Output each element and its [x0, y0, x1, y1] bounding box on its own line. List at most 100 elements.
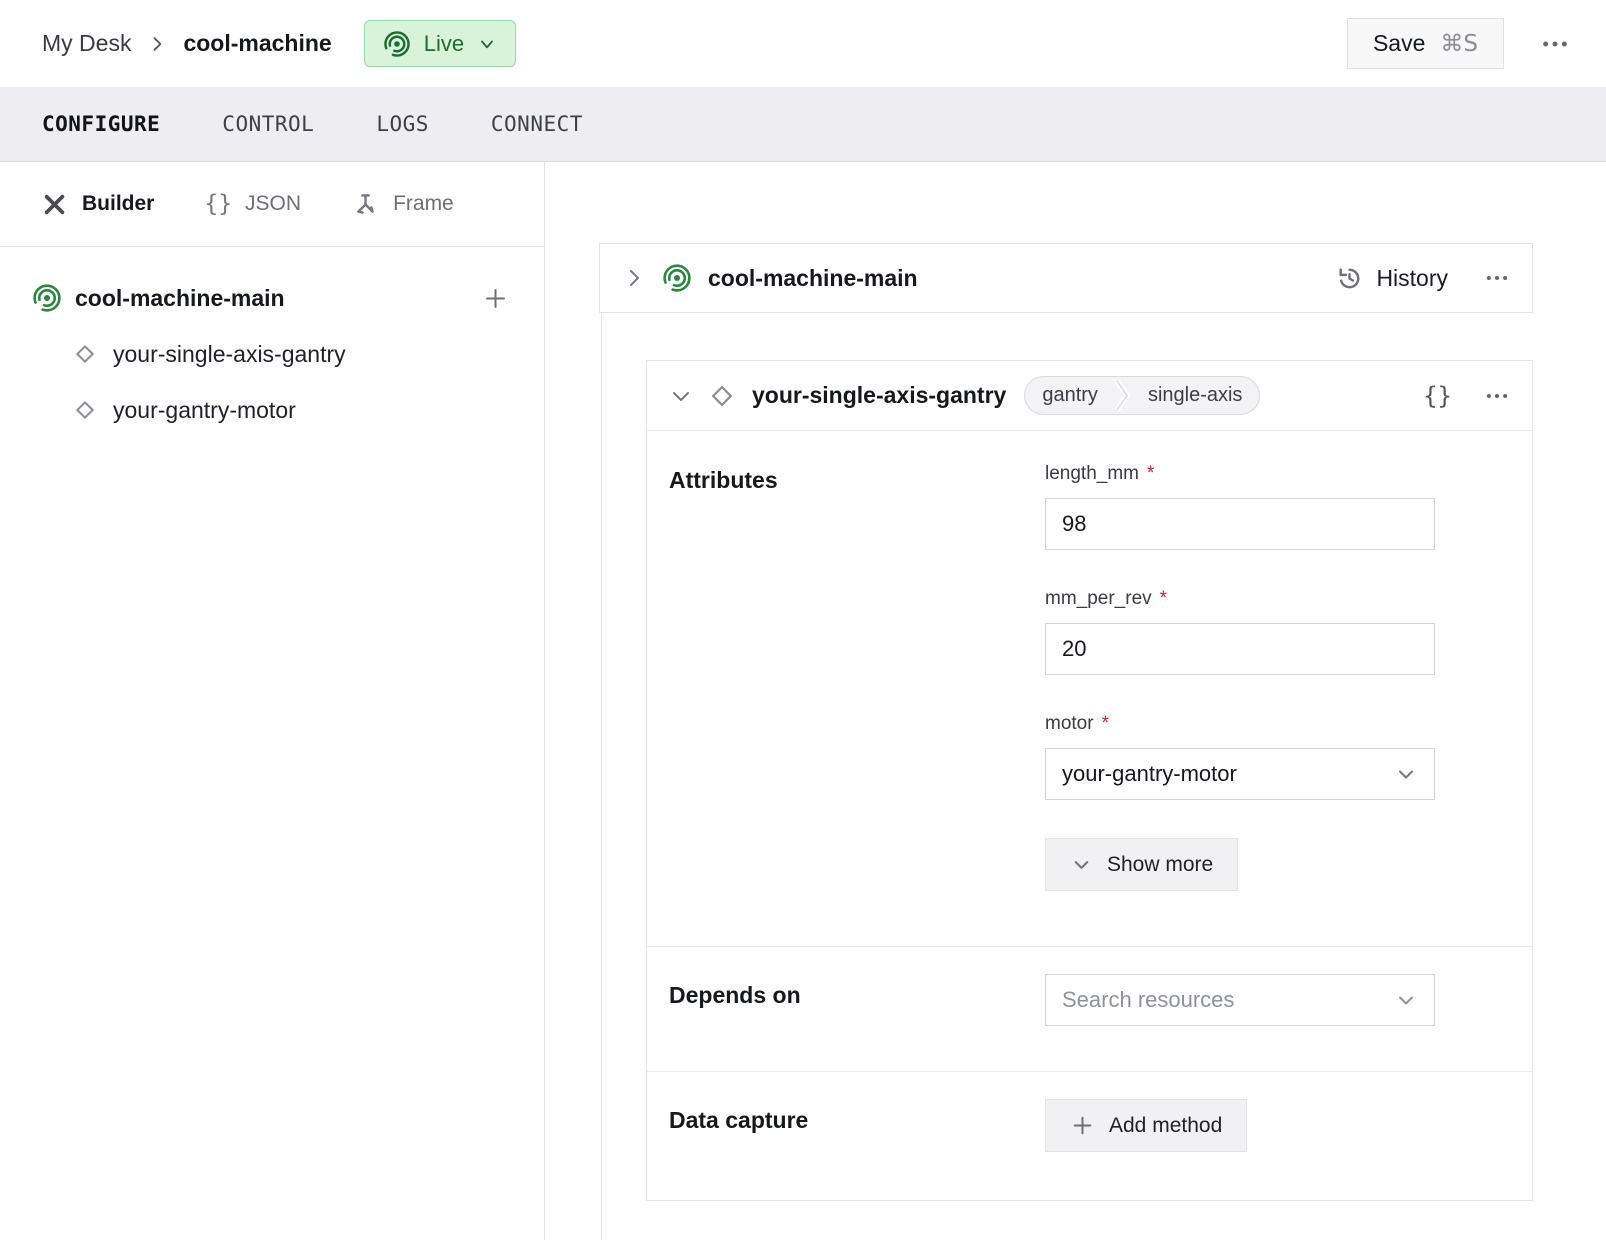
diamond-icon [707, 381, 737, 411]
add-method-button[interactable]: Add method [1045, 1099, 1247, 1152]
mode-tab-label: Builder [82, 192, 154, 216]
section-label: Depends on [669, 974, 1045, 1026]
history-button[interactable]: History [1335, 264, 1448, 293]
nav-tab-bar: CONFIGURE CONTROL LOGS CONNECT [0, 87, 1606, 162]
component-card-title: your-single-axis-gantry [752, 382, 1006, 409]
field-name: mm_per_rev [1045, 588, 1152, 610]
tab-connect[interactable]: CONNECT [491, 112, 583, 136]
badge-type: gantry [1025, 384, 1115, 407]
component-card-actions: {} [1423, 382, 1510, 410]
part-card-title: cool-machine-main [708, 265, 918, 292]
depends-on-fields: Search resources [1045, 974, 1435, 1026]
motor-select-value: your-gantry-motor [1062, 761, 1237, 787]
resource-tree: cool-machine-main your-single-axis-gantr… [0, 247, 544, 433]
required-marker: * [1147, 463, 1154, 485]
history-label: History [1376, 265, 1448, 292]
show-more-label: Show more [1107, 853, 1213, 877]
app-window: My Desk cool-machine Live Save ⌘ [0, 0, 1606, 1240]
sidebar-mode-tabs: Builder {} JSON Frame [0, 162, 544, 247]
field-name: length_mm [1045, 463, 1139, 485]
broadcast-icon [662, 263, 692, 293]
tree-item-motor[interactable]: your-gantry-motor [72, 387, 509, 433]
part-card-actions: History [1335, 264, 1510, 293]
field-label: mm_per_rev * [1045, 588, 1435, 610]
add-method-label: Add method [1109, 1114, 1222, 1138]
attributes-fields: length_mm * mm_per_rev * [1045, 463, 1435, 891]
breadcrumb-current: cool-machine [183, 30, 331, 57]
badge-divider-icon [1115, 376, 1131, 415]
breadcrumb-parent[interactable]: My Desk [42, 30, 131, 57]
config-main-panel: cool-machine-main History [545, 162, 1606, 1240]
diamond-icon [72, 341, 98, 367]
braces-icon: {} [204, 191, 232, 217]
tree-connector-line [601, 314, 602, 1240]
field-label: motor * [1045, 713, 1435, 735]
tab-control[interactable]: CONTROL [222, 112, 314, 136]
motor-select[interactable]: your-gantry-motor [1045, 748, 1435, 800]
mm-per-rev-input[interactable] [1045, 623, 1435, 675]
mode-tab-builder[interactable]: Builder [40, 190, 154, 219]
required-marker: * [1102, 713, 1109, 735]
frame-icon [351, 190, 380, 219]
collapse-component-button[interactable] [669, 384, 693, 408]
field-motor: motor * your-gantry-motor [1045, 713, 1435, 800]
overflow-menu-button[interactable] [1540, 29, 1570, 59]
chevron-down-icon [1394, 988, 1418, 1012]
search-placeholder: Search resources [1062, 987, 1234, 1013]
depends-on-section: Depends on Search resources [647, 946, 1532, 1071]
add-resource-button[interactable] [482, 285, 509, 312]
field-length-mm: length_mm * [1045, 463, 1435, 550]
save-button[interactable]: Save ⌘S [1347, 18, 1504, 69]
tab-logs[interactable]: LOGS [376, 112, 429, 136]
mode-tab-frame[interactable]: Frame [351, 190, 454, 219]
content-area: Builder {} JSON Frame [0, 162, 1606, 1240]
machine-part-card: cool-machine-main History [599, 243, 1533, 313]
component-card-header: your-single-axis-gantry gantry single-ax… [647, 361, 1532, 431]
mode-tab-label: JSON [245, 192, 301, 216]
top-bar-actions: Save ⌘S [1347, 18, 1570, 69]
show-more-button[interactable]: Show more [1045, 838, 1238, 891]
config-sidebar: Builder {} JSON Frame [0, 162, 545, 1240]
attributes-section: Attributes length_mm * mm_per_rev [647, 431, 1532, 946]
live-label: Live [424, 31, 464, 57]
required-marker: * [1160, 588, 1167, 610]
save-shortcut: ⌘S [1440, 31, 1478, 57]
live-status-dropdown[interactable]: Live [364, 20, 516, 67]
mode-tab-json[interactable]: {} JSON [204, 191, 301, 217]
data-capture-fields: Add method [1045, 1099, 1435, 1152]
tree-item-label: your-gantry-motor [113, 397, 296, 424]
field-mm-per-rev: mm_per_rev * [1045, 588, 1435, 675]
tab-configure[interactable]: CONFIGURE [42, 112, 160, 136]
braces-icon[interactable]: {} [1423, 382, 1452, 410]
top-bar: My Desk cool-machine Live Save ⌘ [0, 0, 1606, 87]
breadcrumb: My Desk cool-machine [42, 30, 332, 57]
broadcast-icon [32, 283, 62, 313]
part-menu-button[interactable] [1484, 265, 1510, 291]
expand-part-button[interactable] [622, 266, 646, 290]
tools-icon [40, 190, 69, 219]
section-label: Data capture [669, 1099, 1045, 1152]
chevron-right-icon [147, 34, 167, 54]
tree-item-machine-part[interactable]: cool-machine-main [32, 275, 509, 321]
data-capture-section: Data capture Add method [647, 1071, 1532, 1200]
component-menu-button[interactable] [1484, 383, 1510, 409]
plus-icon [1070, 1113, 1095, 1138]
field-name: motor [1045, 713, 1094, 735]
chevron-down-icon [477, 34, 497, 54]
component-type-badge: gantry single-axis [1024, 376, 1260, 415]
tree-item-gantry[interactable]: your-single-axis-gantry [72, 331, 509, 377]
history-icon [1335, 264, 1364, 293]
length-mm-input[interactable] [1045, 498, 1435, 550]
save-label: Save [1373, 30, 1425, 57]
section-label: Attributes [669, 463, 1045, 891]
tree-item-label: cool-machine-main [75, 285, 285, 312]
chevron-down-icon [1394, 762, 1418, 786]
broadcast-icon [383, 30, 411, 58]
chevron-down-icon [1070, 853, 1093, 876]
diamond-icon [72, 397, 98, 423]
depends-on-search-select[interactable]: Search resources [1045, 974, 1435, 1026]
tree-item-label: your-single-axis-gantry [113, 341, 346, 368]
field-label: length_mm * [1045, 463, 1435, 485]
mode-tab-label: Frame [393, 192, 454, 216]
component-card: your-single-axis-gantry gantry single-ax… [646, 360, 1533, 1201]
